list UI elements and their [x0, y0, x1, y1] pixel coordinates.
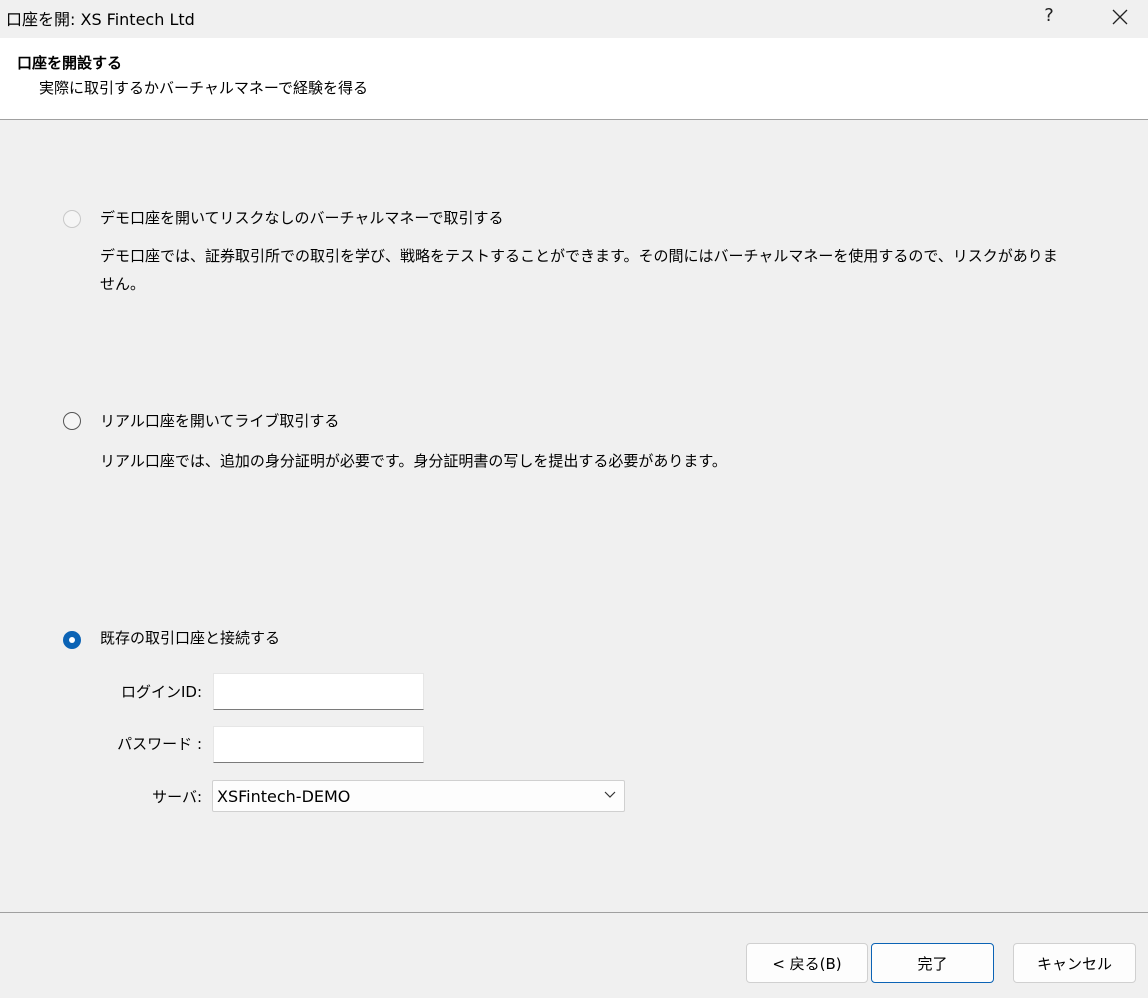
close-button[interactable]	[1096, 0, 1144, 34]
finish-button[interactable]: 完了	[871, 943, 994, 983]
demo-account-radio[interactable]	[63, 210, 81, 228]
close-icon	[1112, 9, 1128, 25]
cancel-button[interactable]: キャンセル	[1013, 943, 1136, 983]
footer-divider	[0, 912, 1148, 913]
window-title: 口座を開: XS Fintech Ltd	[6, 10, 195, 29]
password-label: パスワード :	[117, 735, 202, 753]
real-account-radio[interactable]	[63, 412, 81, 430]
help-button[interactable]: ?	[1026, 0, 1072, 34]
server-select[interactable]: XSFintech-DEMO	[212, 780, 625, 812]
existing-account-radio[interactable]	[63, 631, 81, 649]
existing-account-label[interactable]: 既存の取引口座と接続する	[100, 627, 280, 648]
login-id-input[interactable]	[213, 673, 424, 710]
dialog-window: 口座を開: XS Fintech Ltd ? 口座を開設する 実際に取引するかバ…	[0, 0, 1148, 998]
real-account-label[interactable]: リアル口座を開いてライブ取引する	[100, 410, 339, 431]
page-subtitle: 実際に取引するかバーチャルマネーで経験を得る	[39, 79, 368, 97]
wizard-header: 口座を開設する 実際に取引するかバーチャルマネーで経験を得る	[0, 38, 1148, 120]
server-label: サーバ:	[152, 788, 202, 806]
title-bar: 口座を開: XS Fintech Ltd ?	[0, 0, 1148, 36]
demo-account-description: デモ口座では、証券取引所での取引を学び、戦略をテストすることができます。その間に…	[100, 247, 1058, 293]
server-select-value: XSFintech-DEMO	[217, 787, 351, 806]
back-button[interactable]: < 戻る(B)	[746, 943, 868, 983]
password-input[interactable]	[213, 726, 424, 763]
login-id-label: ログインID:	[120, 683, 202, 701]
real-account-description: リアル口座では、追加の身分証明が必要です。身分証明書の写しを提出する必要がありま…	[100, 452, 727, 470]
chevron-down-icon	[604, 791, 616, 798]
page-title: 口座を開設する	[17, 54, 123, 72]
demo-account-label[interactable]: デモ口座を開いてリスクなしのバーチャルマネーで取引する	[100, 207, 504, 228]
